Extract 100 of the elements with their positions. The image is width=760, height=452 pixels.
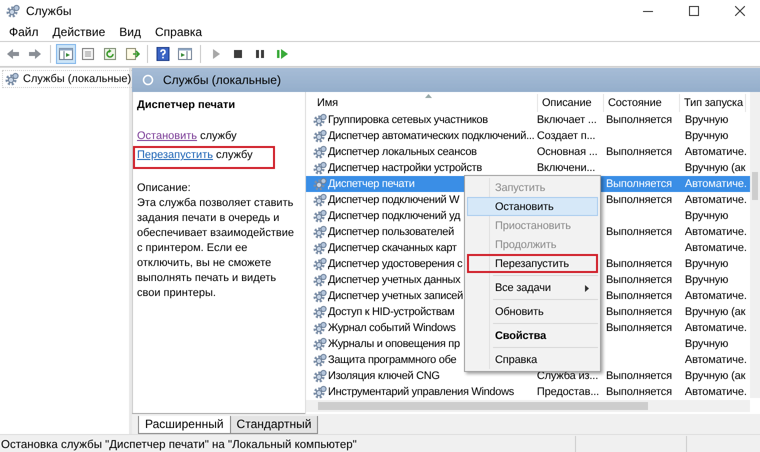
table-cell-text: Автоматиче. [684,290,748,302]
horizontal-scrollbar[interactable] [306,400,750,412]
gear-icon [313,129,327,143]
menu-item[interactable]: Перезапустить [467,254,598,273]
gear-icon [313,209,327,223]
service-name[interactable]: Журнал событий Windows [328,322,456,334]
gear-icon [313,353,327,367]
table-cell-text: Автоматиче. [684,194,748,206]
table-cell-text: Вручную [684,338,730,350]
gear-icon [5,72,19,86]
column-header[interactable]: Имя [313,94,538,112]
view-tab[interactable]: Расширенный [138,416,231,434]
description-label: Описание: [137,181,192,196]
service-name[interactable]: Диспетчер учетных записей [328,290,463,302]
restart-icon [274,46,290,62]
service-name[interactable]: Журналы и оповещения пр [328,338,460,350]
forward-icon [27,46,43,62]
gear-icon [313,321,327,335]
gear-icon [313,369,327,383]
table-cell-text: Вручную (ак [684,162,746,174]
properties-icon [80,46,96,62]
table-cell-text: Выполняется [604,146,673,158]
service-action-text: Остановить службу [136,129,238,144]
back-icon [5,46,21,62]
view-tab[interactable]: Стандартный [230,416,318,434]
service-name[interactable]: Инструментарий управления Windows [328,386,514,398]
sort-caret-icon [425,94,432,99]
gear-icon [313,193,327,207]
submenu-arrow-icon [585,285,589,292]
gear-icon [313,113,327,127]
table-cell-text: Выполняется [604,274,673,286]
table-cell-text: Выполняется [604,386,673,398]
close-icon [735,6,745,16]
menu-item[interactable]: Действие [46,24,112,38]
service-name[interactable]: Изоляция ключей CNG [328,370,440,382]
table-cell-text: Выполняется [604,194,673,206]
table-cell-text: Автоматиче. [684,386,748,398]
console-tree-icon [58,46,74,62]
gear-icon [6,4,20,18]
service-name[interactable]: Диспетчер подключений уд [328,210,460,222]
menu-item[interactable]: Справка [148,24,210,38]
service-name[interactable]: Доступ к HID-устройствам [328,306,454,318]
gear-icon [313,257,327,271]
table-cell-text: Вручную (ак [684,370,746,382]
service-name[interactable]: Диспетчер локальных сеансов [328,146,477,158]
service-name[interactable]: Диспетчер удостоверения с [328,258,462,270]
service-name[interactable]: Диспетчер учетных данных [328,274,460,286]
gear-icon [313,177,327,191]
table-cell-text: Вручную [684,210,730,222]
service-description: Эта служба позволяет ставить задания печати в очередь и обеспечивает взаимодействие с принтером. Если ее отключить, вы не сможете выполнять печать и видеть свои принтеры. [137,196,295,301]
status-text: Остановка службы "Диспетчер печати" на "Локальный компьютер" [1,438,358,450]
menu-item[interactable]: Файл [2,24,46,38]
table-cell-text: Создает п... [536,130,596,142]
help-icon [155,46,171,62]
maximize-icon [689,6,699,16]
menu-item[interactable]: Все задачи [467,278,598,297]
table-cell-text: Вручную [684,274,730,286]
table-cell-text: Выполняется [604,306,673,318]
table-cell-text: Автоматиче. [684,242,748,254]
service-action-link[interactable]: Остановить [137,130,198,142]
service-action-link[interactable]: Перезапустить [137,149,213,161]
table-cell-text: Автоматиче. [684,354,748,366]
service-name[interactable]: Группировка сетевых участников [328,114,488,126]
service-name[interactable]: Диспетчер пользователей [328,226,454,238]
menu-item[interactable]: Вид [112,24,148,38]
table-cell-text: Автоматиче. [684,226,748,238]
gear-icon [313,337,327,351]
gear-icon [313,161,327,175]
table-cell-text: Вручную [684,114,730,126]
gear-icon [313,145,327,159]
menu-item[interactable]: Свойства [467,326,598,345]
column-header[interactable]: Состояние [604,94,680,112]
service-name[interactable]: Диспетчер настройки устройств [328,162,482,174]
service-name[interactable]: Диспетчер подключений W [328,194,460,206]
column-header[interactable]: Тип запуска [680,94,746,112]
service-name[interactable]: Защита программного обе [328,354,456,366]
service-title: Диспетчер печати [137,98,236,113]
refresh-icon [102,46,118,62]
service-name[interactable]: Диспетчер автоматических подключений... [328,130,534,142]
service-action-text: Перезапустить службу [133,146,275,169]
gear-icon [313,385,327,399]
table-cell-text: Служба из... [536,370,600,382]
table-cell-text: Вручную [684,130,730,142]
table-cell-text: Выполняется [604,258,673,270]
gear-icon [313,225,327,239]
table-cell-text: Вручную (ак [684,306,746,318]
table-cell-text: Автоматиче. [684,322,748,334]
menu-item[interactable]: Обновить [467,302,598,321]
column-header[interactable]: Описание [538,94,604,112]
menu-item[interactable]: Справка [467,350,598,369]
gear-icon [313,305,327,319]
gear-icon [313,289,327,303]
vertical-scrollbar[interactable] [750,92,760,398]
table-cell-text: Автоматиче. [684,146,748,158]
table-cell-text: Вручную [684,258,730,270]
menu-item[interactable]: Остановить [467,197,598,216]
gear-icon [313,241,327,255]
service-name[interactable]: Диспетчер скачанных карт [328,242,457,254]
table-cell-text: Автоматиче. [684,178,748,190]
table-cell-text: Выполняется [604,114,673,126]
